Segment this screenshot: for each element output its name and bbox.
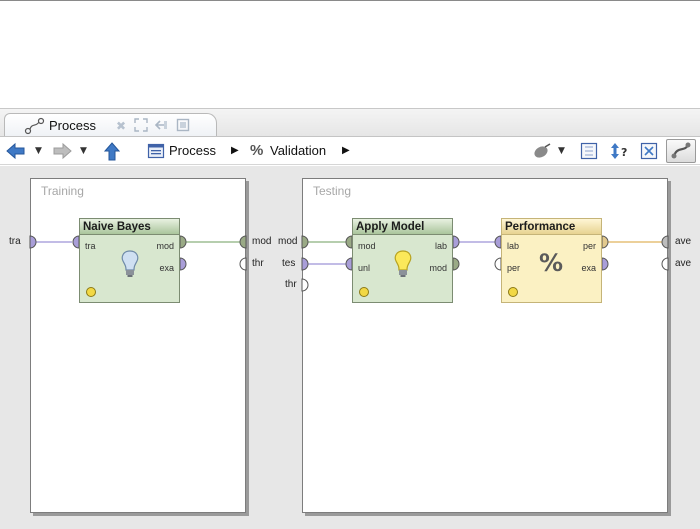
order-icon[interactable]: ? <box>610 142 632 160</box>
port-label: mod <box>429 263 447 273</box>
operator-title: Naive Bayes <box>80 219 179 235</box>
port-training-in <box>29 235 37 249</box>
port-label: lab <box>434 241 447 251</box>
up-arrow-icon[interactable] <box>103 142 121 161</box>
lightbulb-icon <box>392 249 414 282</box>
port-testing-out-2 <box>661 257 669 271</box>
port-testing-out-1 <box>661 235 669 249</box>
operator-title: Performance <box>502 219 601 235</box>
port-apply-lab <box>452 235 460 249</box>
operator-naive-bayes[interactable]: Naive Bayes tra mod exa <box>79 218 180 303</box>
back-arrow-icon[interactable] <box>6 142 26 160</box>
process-toolbar: ▼ ▼ Process ▶ % Validation ▶ ▼ ? <box>0 136 700 165</box>
port-performance-per-out <box>601 235 609 249</box>
close-icon[interactable]: ✖ <box>113 118 129 134</box>
maximize-icon[interactable] <box>133 118 149 134</box>
svg-text:?: ? <box>621 146 627 159</box>
testing-in-mod-label: mod <box>278 236 298 247</box>
window-top-border <box>0 0 700 1</box>
forward-history-dropdown[interactable]: ▼ <box>80 142 87 160</box>
process-tab-icon <box>24 117 46 138</box>
testing-in-thr-label: thr <box>285 279 297 290</box>
undock-icon[interactable] <box>153 118 169 134</box>
port-testing-in-mod <box>301 235 309 249</box>
port-naive-bayes-exa <box>179 257 187 271</box>
process-icon[interactable] <box>147 142 165 160</box>
process-canvas[interactable]: Training Testing tra mod thr mod tes thr… <box>0 166 700 529</box>
port-label: per <box>507 263 521 273</box>
port-label: mod <box>358 241 376 251</box>
forward-arrow-icon[interactable] <box>52 142 72 160</box>
connection-icon[interactable] <box>666 139 696 163</box>
training-out-mod-label: mod <box>252 236 272 247</box>
tab-process[interactable]: Process ✖ <box>4 113 217 138</box>
back-history-dropdown[interactable]: ▼ <box>35 142 42 160</box>
port-label: lab <box>507 241 520 251</box>
operator-status-icon <box>86 287 96 297</box>
training-in-label: tra <box>9 236 21 247</box>
testing-in-tes-label: tes <box>282 258 296 269</box>
operator-title: Apply Model <box>353 219 452 235</box>
breadcrumb-item-validation[interactable]: Validation <box>270 142 326 160</box>
restore-icon[interactable] <box>175 118 191 134</box>
process-panel: Process ✖ ▼ ▼ Process ▶ % Validation ▶ ▼… <box>0 108 700 529</box>
testing-out-1-label: ave <box>675 236 692 247</box>
tab-strip: Process ✖ <box>0 108 700 138</box>
port-label: exa <box>159 263 174 273</box>
port-testing-in-tes <box>301 257 309 271</box>
port-training-out-thr <box>239 257 247 271</box>
tab-label: Process <box>49 118 96 133</box>
port-label: unl <box>358 263 371 273</box>
port-training-out-mod <box>239 235 247 249</box>
operator-status-icon <box>508 287 518 297</box>
operator-apply-model[interactable]: Apply Model mod unl lab mod <box>352 218 453 303</box>
breadcrumb-separator-icon: ▶ <box>231 145 239 156</box>
operator-status-icon <box>359 287 369 297</box>
percent-icon: % <box>539 249 564 277</box>
operator-performance[interactable]: Performance lab per per exa % <box>501 218 602 303</box>
port-label: tra <box>85 241 96 251</box>
breadcrumb-item-process[interactable]: Process <box>169 142 216 160</box>
port-performance-exa <box>601 257 609 271</box>
port-testing-in-thr <box>301 278 309 292</box>
percent-icon: % <box>250 142 264 159</box>
auto-layout-icon[interactable] <box>640 142 658 160</box>
fit-icon[interactable] <box>580 142 598 160</box>
port-label: mod <box>156 241 174 251</box>
training-out-thr-label: thr <box>252 258 264 269</box>
port-naive-bayes-mod <box>179 235 187 249</box>
port-apply-mod-out <box>452 257 460 271</box>
breadcrumb-separator-icon: ▶ <box>342 145 350 156</box>
port-label: exa <box>581 263 596 273</box>
port-label: per <box>582 241 596 251</box>
wiring-dropdown[interactable]: ▼ <box>558 142 565 160</box>
lightbulb-icon <box>119 249 141 282</box>
testing-out-2-label: ave <box>675 258 692 269</box>
wiring-icon[interactable] <box>532 142 552 160</box>
